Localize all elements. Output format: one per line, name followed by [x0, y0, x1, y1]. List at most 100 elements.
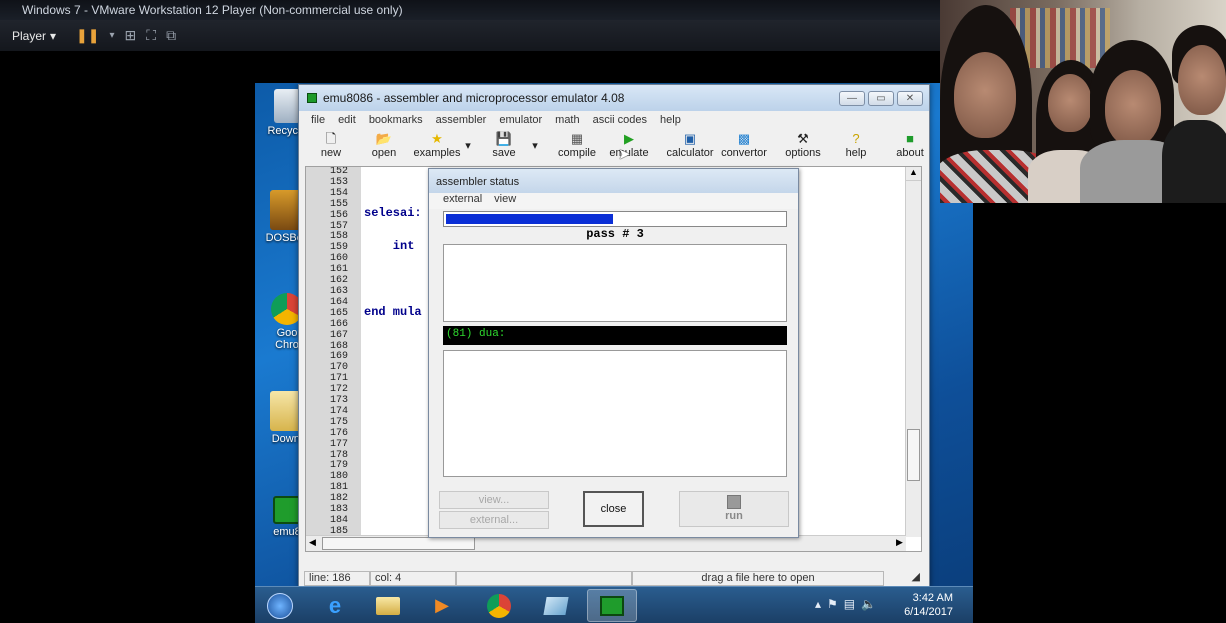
menu-file[interactable]: file	[311, 114, 325, 126]
line-number: 155	[330, 198, 349, 210]
menu-math[interactable]: math	[555, 114, 579, 126]
chip-icon	[307, 93, 317, 103]
taskbar-internet-explorer[interactable]: e	[310, 589, 360, 622]
examples-label: examples	[413, 147, 461, 159]
chevron-down-icon[interactable]: ▾	[110, 30, 115, 41]
clock-time: 3:42 AM	[912, 592, 953, 604]
new-label: new	[320, 147, 342, 159]
system-tray: ▴ ⚑ ▤ 🔈	[815, 597, 876, 611]
taskbar-emu8086[interactable]	[587, 589, 637, 622]
examples-button[interactable]: ★ examples	[413, 131, 461, 159]
dialog-title[interactable]: assembler status	[429, 169, 798, 193]
folder-icon	[376, 596, 400, 615]
code-line: end mula	[364, 305, 422, 319]
status-bar: line: 186 col: 4 drag a file here to ope…	[304, 571, 926, 586]
send-ctrl-alt-del-icon[interactable]: ⊞	[125, 27, 137, 44]
taskbar-media-player[interactable]: ▶	[417, 589, 467, 622]
menu-edit[interactable]: edit	[338, 114, 356, 126]
menu-ascii-codes[interactable]: ascii codes	[593, 114, 647, 126]
column-indicator: col: 4	[370, 571, 456, 586]
menu-help[interactable]: help	[660, 114, 681, 126]
menu-view[interactable]: view	[494, 193, 516, 209]
close-button[interactable]: ✕	[897, 90, 923, 106]
unity-icon[interactable]: ⧉	[166, 27, 176, 44]
scroll-up-arrow-icon[interactable]: ▲	[906, 167, 921, 181]
chip-icon: ■	[906, 131, 914, 146]
fit-window-icon[interactable]: ⛶	[146, 27, 156, 44]
minimize-button[interactable]: —	[839, 90, 865, 106]
options-label: options	[785, 147, 821, 159]
taskbar-virtual-pc[interactable]	[531, 589, 581, 622]
save-button[interactable]: 💾 save	[490, 131, 518, 159]
drop-hint: drag a file here to open	[632, 571, 884, 586]
messages-panel[interactable]	[443, 244, 787, 322]
clock[interactable]: 3:42 AM 6/14/2017	[904, 591, 953, 619]
window-titlebar[interactable]: emu8086 - assembler and microprocessor e…	[299, 85, 929, 111]
examples-dropdown-button[interactable]: ▾	[463, 139, 473, 152]
code-text: selesai: int end mula	[364, 186, 422, 340]
calculator-button[interactable]: ▣ calculator	[666, 131, 714, 159]
star-icon: ★	[431, 131, 443, 146]
chip-icon	[273, 496, 301, 524]
convertor-label: convertor	[721, 147, 767, 159]
menu-bar: file edit bookmarks assembler emulator m…	[299, 111, 929, 129]
chevron-down-icon: ▾	[465, 140, 471, 152]
external-button[interactable]: external...	[439, 511, 549, 529]
player-label: Player	[12, 28, 47, 43]
person-shirt	[1162, 120, 1226, 203]
scrollbar-thumb[interactable]	[322, 537, 475, 550]
network-icon[interactable]: ▤	[844, 597, 855, 611]
help-button[interactable]: ? help	[844, 131, 868, 159]
options-button[interactable]: ⚒ options	[783, 131, 823, 159]
about-button[interactable]: ■ about	[894, 131, 926, 159]
scroll-right-arrow-icon[interactable]: ▶	[896, 537, 903, 548]
run-button[interactable]: run	[679, 491, 789, 527]
taskbar-chrome[interactable]	[474, 589, 524, 622]
window-title: emu8086 - assembler and microprocessor e…	[323, 91, 625, 105]
person-face	[954, 52, 1016, 138]
chrome-icon	[487, 593, 511, 618]
resize-grip-icon[interactable]: ◢	[884, 571, 924, 586]
pass-label: pass # 3	[586, 227, 644, 241]
media-player-icon: ▶	[435, 595, 449, 615]
show-hidden-icons-icon[interactable]: ▴	[815, 597, 821, 611]
help-label: help	[845, 147, 867, 159]
volume-icon[interactable]: 🔈	[861, 597, 876, 611]
code-line: int	[364, 239, 415, 253]
save-dropdown-button[interactable]: ▾	[530, 139, 540, 152]
line-number: 167	[330, 329, 349, 341]
progress-bar	[443, 211, 787, 227]
output-panel[interactable]	[443, 350, 787, 477]
action-center-flag-icon[interactable]: ⚑	[827, 597, 838, 611]
scrollbar-thumb[interactable]	[907, 429, 920, 481]
convertor-button[interactable]: ▩ convertor	[720, 131, 768, 159]
close-dialog-button[interactable]: close	[583, 491, 644, 527]
person-face	[1105, 70, 1161, 146]
open-folder-icon: 📂	[375, 131, 393, 146]
line-number: 156	[330, 209, 349, 221]
chevron-down-icon: ▾	[50, 28, 57, 43]
menu-external[interactable]: external	[443, 193, 482, 209]
compile-button[interactable]: ▦ compile	[556, 131, 598, 159]
calculator-icon: ▣	[683, 131, 697, 146]
convertor-icon: ▩	[737, 131, 751, 146]
pause-icon[interactable]: ❚❚	[76, 27, 99, 44]
compile-label: compile	[558, 147, 596, 159]
assembler-status-dialog: assembler status external view pass # 3 …	[428, 168, 799, 538]
taskbar-explorer[interactable]	[363, 589, 413, 622]
line-number: 166	[330, 318, 349, 330]
vmware-title: Windows 7 - VMware Workstation 12 Player…	[0, 0, 940, 20]
open-button[interactable]: 📂 open	[369, 131, 399, 159]
menu-emulator[interactable]: emulator	[499, 114, 542, 126]
menu-bookmarks[interactable]: bookmarks	[369, 114, 423, 126]
maximize-button[interactable]: ▭	[868, 90, 894, 106]
vertical-scrollbar[interactable]: ▲	[905, 167, 921, 537]
run-icon	[727, 495, 741, 509]
player-menu-button[interactable]: Player ▾	[12, 29, 56, 43]
start-button[interactable]	[261, 589, 299, 622]
scroll-left-arrow-icon[interactable]: ◀	[309, 537, 316, 548]
view-button[interactable]: view...	[439, 491, 549, 509]
new-button[interactable]: 🗋 new	[318, 131, 344, 159]
menu-assembler[interactable]: assembler	[436, 114, 487, 126]
